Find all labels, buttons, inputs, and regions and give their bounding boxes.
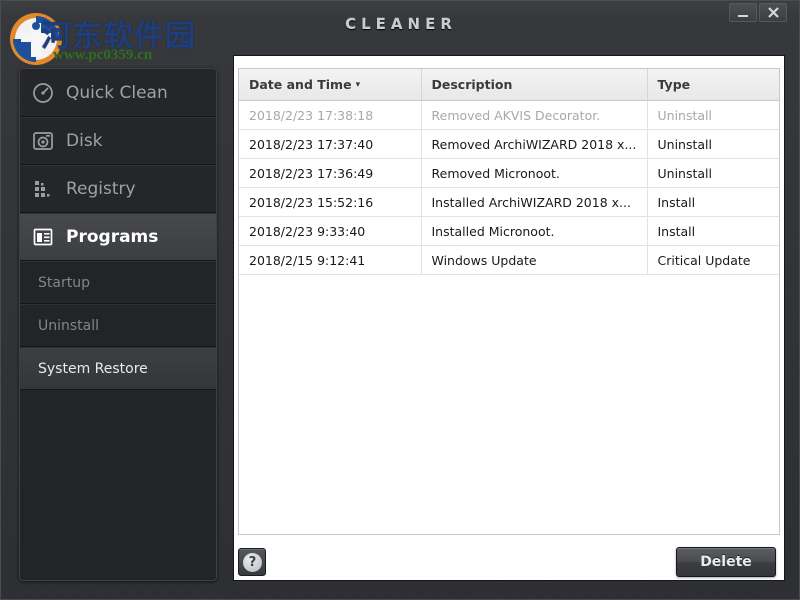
title-bar: CLEANER: [1, 1, 800, 47]
cell-type: Install: [647, 187, 779, 217]
sort-descending-icon: ▾: [355, 80, 361, 90]
registry-grid-icon: [20, 178, 66, 200]
delete-button[interactable]: Delete: [676, 547, 776, 577]
sidebar: Quick Clean Disk Registry Programs Start…: [19, 68, 217, 581]
sidebar-subitem-startup[interactable]: Startup: [20, 261, 216, 304]
column-header-label: Type: [657, 77, 691, 92]
column-header-label: Description: [431, 77, 513, 92]
cell-date-and-time: 2018/2/23 15:52:16: [239, 187, 422, 217]
content-panel: Date and Time ▾ Description Type 2018/2/2…: [233, 55, 785, 581]
minimize-icon: [738, 15, 748, 17]
cell-description: Removed ArchiWIZARD 2018 x...: [421, 129, 648, 159]
cell-date-and-time: 2018/2/23 17:38:18: [239, 100, 422, 130]
sidebar-subitem-label: Uninstall: [38, 317, 100, 334]
column-header-date-and-time[interactable]: Date and Time ▾: [239, 69, 422, 101]
cell-description: Removed Micronoot.: [421, 158, 648, 188]
question-mark-icon: ?: [243, 553, 262, 572]
table-row[interactable]: 2018/2/23 17:36:49 Removed Micronoot. Unin…: [239, 158, 779, 188]
table-row[interactable]: 2018/2/15 9:12:41 Windows Update Critical …: [239, 245, 779, 275]
table-header-row: Date and Time ▾ Description Type: [239, 69, 779, 101]
sidebar-subitem-system-restore[interactable]: System Restore: [20, 347, 216, 390]
cell-date-and-time: 2018/2/23 9:33:40: [239, 216, 422, 246]
minimize-button[interactable]: [729, 3, 757, 22]
sidebar-item-label: Registry: [66, 179, 136, 199]
sidebar-item-registry[interactable]: Registry: [20, 165, 216, 213]
table-row[interactable]: 2018/2/23 9:33:40 Installed Micronoot. Ins…: [239, 216, 779, 246]
sidebar-subitem-uninstall[interactable]: Uninstall: [20, 304, 216, 347]
cell-description: Installed Micronoot.: [421, 216, 648, 246]
column-header-description[interactable]: Description: [421, 69, 648, 101]
sidebar-item-label: Programs: [66, 227, 159, 247]
table-row[interactable]: 2018/2/23 17:37:40 Removed ArchiWIZARD 20…: [239, 129, 779, 159]
sidebar-item-label: Quick Clean: [66, 82, 168, 103]
help-button[interactable]: ?: [238, 548, 266, 576]
activity-log-table[interactable]: Date and Time ▾ Description Type 2018/2/2…: [238, 68, 780, 535]
cell-description: Removed AKVIS Decorator.: [421, 100, 648, 130]
cell-date-and-time: 2018/2/23 17:37:40: [239, 129, 422, 159]
cell-date-and-time: 2018/2/23 17:36:49: [239, 158, 422, 188]
programs-window-icon: [20, 226, 66, 248]
sidebar-item-disk[interactable]: Disk: [20, 117, 216, 165]
cell-description: Installed ArchiWIZARD 2018 x...: [421, 187, 648, 217]
sidebar-subitem-label: System Restore: [38, 360, 148, 377]
table-row[interactable]: 2018/2/23 15:52:16 Installed ArchiWIZARD …: [239, 187, 779, 217]
sidebar-item-label: Disk: [66, 131, 103, 151]
column-header-label: Date and Time: [249, 77, 352, 92]
cell-type: Install: [647, 216, 779, 246]
close-button[interactable]: [759, 3, 787, 22]
table-row[interactable]: 2018/2/23 17:38:18 Removed AKVIS Decorato…: [239, 100, 779, 130]
cell-date-and-time: 2018/2/15 9:12:41: [239, 245, 422, 275]
cell-description: Windows Update: [421, 245, 648, 275]
gauge-icon: [20, 82, 66, 104]
page-title: CLEANER: [345, 15, 457, 33]
sidebar-item-programs[interactable]: Programs: [20, 213, 216, 261]
cell-type: Uninstall: [647, 129, 779, 159]
sidebar-item-quick-clean[interactable]: Quick Clean: [20, 69, 216, 117]
column-header-type[interactable]: Type: [647, 69, 779, 101]
application-window: CLEANER 河东软件园 www.pc0359.cn Quick Clean …: [0, 0, 800, 600]
watermark-url: www.pc0359.cn: [53, 47, 153, 63]
close-icon: [767, 7, 779, 18]
cell-type: Uninstall: [647, 158, 779, 188]
sidebar-subitem-label: Startup: [38, 274, 90, 291]
cell-type: Uninstall: [647, 100, 779, 130]
hard-drive-icon: [20, 130, 66, 152]
cell-type: Critical Update: [647, 245, 779, 275]
